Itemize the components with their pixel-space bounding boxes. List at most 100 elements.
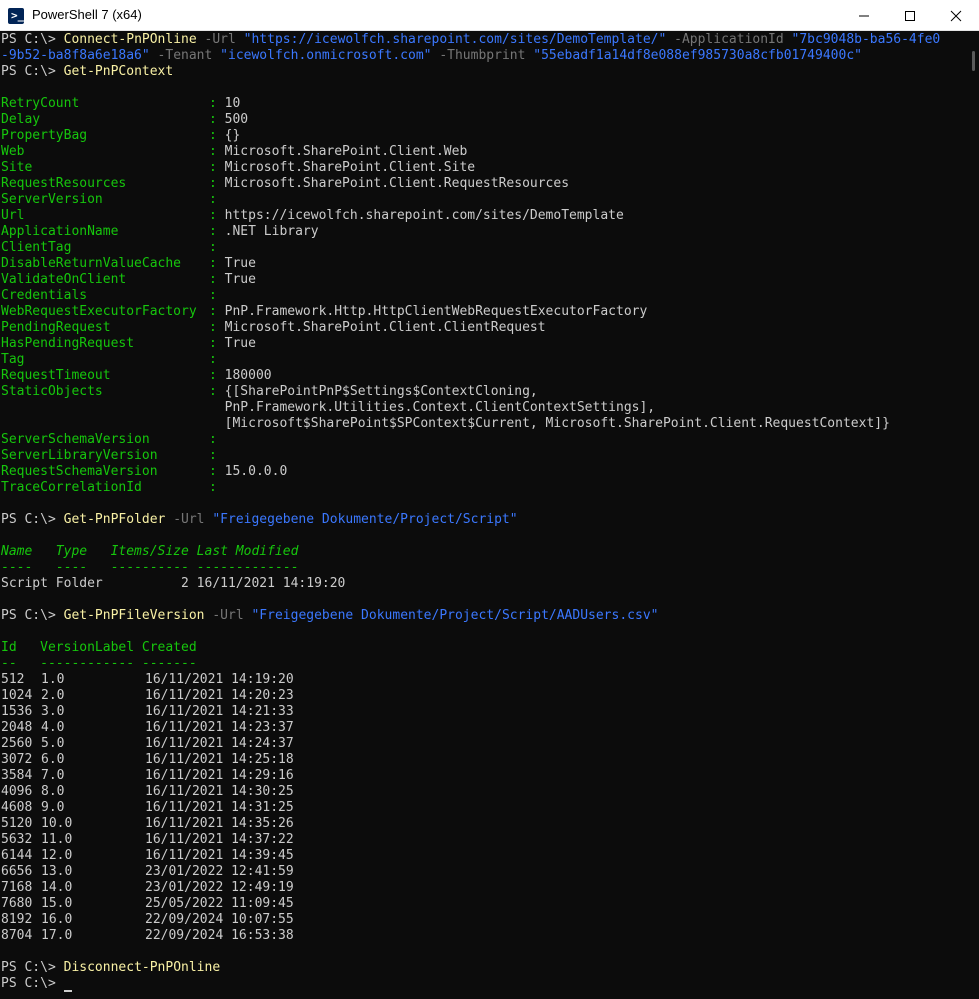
version-created-cell: 16/11/2021 14:24:37 — [145, 736, 294, 751]
table-header: Id VersionLabel Created — [1, 640, 197, 655]
table-row: 7680 15.0 25/05/2022 11:09:45 — [1, 896, 294, 912]
property-value: Microsoft.SharePoint.Client.Web — [224, 144, 468, 159]
string: "https://icewolfch.sharepoint.com/sites/… — [243, 32, 667, 47]
version-label-cell: 6.0 — [41, 752, 65, 767]
parameter: -Url — [204, 608, 252, 623]
string: -9b52-ba8f8a6e18a6" — [1, 48, 150, 63]
version-label-cell: 9.0 — [41, 800, 65, 815]
context-property-row: PropertyBag: {} — [1, 128, 240, 144]
context-property-row: PnP.Framework.Utilities.Context.ClientCo… — [1, 400, 655, 416]
property-separator: : — [209, 144, 225, 159]
version-label-cell: 2.0 — [41, 688, 65, 703]
context-property-row: RetryCount: 10 — [1, 96, 240, 112]
version-created-cell: 16/11/2021 14:39:45 — [145, 848, 294, 863]
property-name: Delay — [1, 112, 41, 127]
version-created-cell: 16/11/2021 14:29:16 — [145, 768, 294, 783]
window-title: PowerShell 7 (x64) — [32, 7, 142, 22]
title-bar: >_ PowerShell 7 (x64) — [0, 0, 979, 31]
context-property-row: ServerVersion: — [1, 192, 225, 208]
property-separator: : — [209, 480, 225, 495]
version-created-cell: 16/11/2021 14:19:20 — [145, 672, 294, 687]
property-name: WebRequestExecutorFactory — [1, 304, 197, 319]
close-button[interactable] — [933, 0, 979, 31]
context-property-row: Site: Microsoft.SharePoint.Client.Site — [1, 160, 475, 176]
context-property-row: ServerSchemaVersion: — [1, 432, 225, 448]
property-separator: : — [209, 288, 225, 303]
prompt: PS C:\> — [1, 64, 64, 79]
string: "icewolfch.onmicrosoft.com" — [220, 48, 432, 63]
property-name: Tag — [1, 352, 25, 367]
property-value: 180000 — [224, 368, 272, 383]
vertical-scrollbar[interactable] — [968, 31, 979, 999]
property-name: Site — [1, 160, 33, 175]
version-label-cell: 7.0 — [41, 768, 65, 783]
version-label-cell: 1.0 — [41, 672, 65, 687]
property-name: ValidateOnClient — [1, 272, 127, 287]
version-id-cell: 2560 — [1, 736, 33, 751]
property-name: ServerVersion — [1, 192, 103, 207]
version-id-cell: 4096 — [1, 784, 33, 799]
string: "55ebadf1a14df8e088ef985730a8cfb01749400… — [533, 48, 862, 63]
table-row: 5632 11.0 16/11/2021 14:37:22 — [1, 832, 294, 848]
minimize-button[interactable] — [841, 0, 887, 31]
version-label-cell: 3.0 — [41, 704, 65, 719]
property-name: RetryCount — [1, 96, 80, 111]
version-label-cell: 5.0 — [41, 736, 65, 751]
version-id-cell: 6656 — [1, 864, 33, 879]
property-separator: : — [209, 432, 225, 447]
context-property-row: RequestTimeout: 180000 — [1, 368, 272, 384]
version-created-cell: 16/11/2021 14:20:23 — [145, 688, 294, 703]
property-separator: : — [209, 448, 225, 463]
version-label-cell: 11.0 — [41, 832, 73, 847]
property-separator: : — [209, 368, 225, 383]
command: Get-PnPContext — [63, 64, 174, 79]
versions-table-header: Id VersionLabel Created — [1, 640, 197, 656]
prompt: PS C:\> — [1, 976, 64, 991]
minimize-icon — [859, 15, 869, 17]
version-created-cell: 23/01/2022 12:41:59 — [145, 864, 294, 879]
command: Get-PnPFileVersion — [63, 608, 205, 623]
prompt-line-connect: PS C:\> Connect-PnPOnline -Url "https://… — [1, 32, 940, 48]
version-id-cell: 512 — [1, 672, 25, 687]
table-row: 3072 6.0 16/11/2021 14:25:18 — [1, 752, 294, 768]
version-label-cell: 13.0 — [41, 864, 73, 879]
property-value: True — [224, 272, 256, 287]
context-property-row: TraceCorrelationId: — [1, 480, 225, 496]
version-label-cell: 17.0 — [41, 928, 73, 943]
table-row: 4608 9.0 16/11/2021 14:31:25 — [1, 800, 294, 816]
folder-table-header: Name Type Items/Size Last Modified — [1, 544, 298, 560]
version-created-cell: 22/09/2024 16:53:38 — [145, 928, 294, 943]
cursor — [63, 990, 72, 992]
powershell-icon-glyph: >_ — [11, 9, 25, 22]
context-property-row: Delay: 500 — [1, 112, 248, 128]
property-name: RequestResources — [1, 176, 127, 191]
string: "Freigegebene Dokumente/Project/Script" — [212, 512, 518, 527]
command: Connect-PnPOnline — [63, 32, 197, 47]
context-property-row: ApplicationName: .NET Library — [1, 224, 319, 240]
maximize-button[interactable] — [887, 0, 933, 31]
prompt-line-current: PS C:\> — [1, 976, 72, 992]
version-id-cell: 4608 — [1, 800, 33, 815]
context-property-row: ServerLibraryVersion: — [1, 448, 225, 464]
table-row: 2048 4.0 16/11/2021 14:23:37 — [1, 720, 294, 736]
prompt: PS C:\> — [1, 960, 64, 975]
folder-table-underline: ---- ---- ---------- ------------- — [1, 560, 298, 576]
version-created-cell: 23/01/2022 12:49:19 — [145, 880, 294, 895]
terminal-output[interactable]: PS C:\> Connect-PnPOnline -Url "https://… — [0, 31, 968, 999]
version-label-cell: 14.0 — [41, 880, 73, 895]
version-id-cell: 8192 — [1, 912, 33, 927]
property-name: PendingRequest — [1, 320, 111, 335]
parameter: -Tenant — [149, 48, 221, 63]
table-row: 3584 7.0 16/11/2021 14:29:16 — [1, 768, 294, 784]
property-name: RequestSchemaVersion — [1, 464, 158, 479]
property-value: https://icewolfch.sharepoint.com/sites/D… — [224, 208, 624, 223]
property-separator: : — [209, 336, 225, 351]
scrollbar-thumb[interactable] — [972, 51, 975, 71]
prompt-line-connect-wrap: -9b52-ba8f8a6e18a6" -Tenant "icewolfch.o… — [1, 48, 862, 64]
property-name: PropertyBag — [1, 128, 88, 143]
property-separator: : — [209, 272, 225, 287]
prompt-line-folder: PS C:\> Get-PnPFolder -Url "Freigegebene… — [1, 512, 518, 528]
property-name: DisableReturnValueCache — [1, 256, 182, 271]
version-created-cell: 16/11/2021 14:31:25 — [145, 800, 294, 815]
table-row: 8192 16.0 22/09/2024 10:07:55 — [1, 912, 294, 928]
